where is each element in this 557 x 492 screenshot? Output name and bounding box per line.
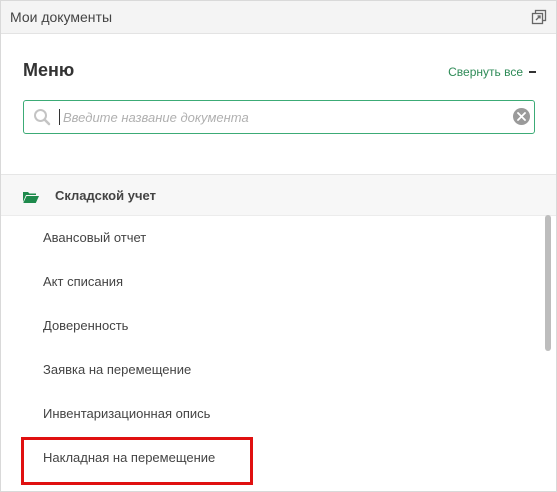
text-caret xyxy=(59,109,60,125)
list-item[interactable]: Заявка на перемещение xyxy=(1,347,544,391)
section-warehouse[interactable]: Складской учет xyxy=(1,174,556,216)
search-box xyxy=(23,100,535,134)
highlight-box xyxy=(21,437,253,485)
popout-icon[interactable] xyxy=(531,9,547,25)
panel-titlebar: Мои документы xyxy=(1,1,556,34)
my-documents-panel: Мои документы Меню Свернуть все Введите … xyxy=(0,0,557,492)
search-icon xyxy=(33,108,51,126)
clear-search-icon[interactable] xyxy=(513,108,530,125)
collapse-all-button[interactable]: Свернуть все xyxy=(448,65,536,79)
scrollbar-thumb[interactable] xyxy=(545,215,551,351)
list-item[interactable]: Доверенность xyxy=(1,303,544,347)
panel-title: Мои документы xyxy=(10,9,113,25)
minus-icon xyxy=(529,71,536,73)
list-item[interactable]: Авансовый отчет xyxy=(1,215,544,259)
collapse-all-label: Свернуть все xyxy=(448,65,523,79)
section-label: Складской учет xyxy=(55,188,156,203)
search-input[interactable] xyxy=(61,105,505,129)
menu-heading: Меню xyxy=(23,60,75,80)
list-item[interactable]: Инвентаризационная опись xyxy=(1,391,544,435)
list-item[interactable]: Акт списания xyxy=(1,259,544,303)
folder-open-icon xyxy=(23,190,39,208)
